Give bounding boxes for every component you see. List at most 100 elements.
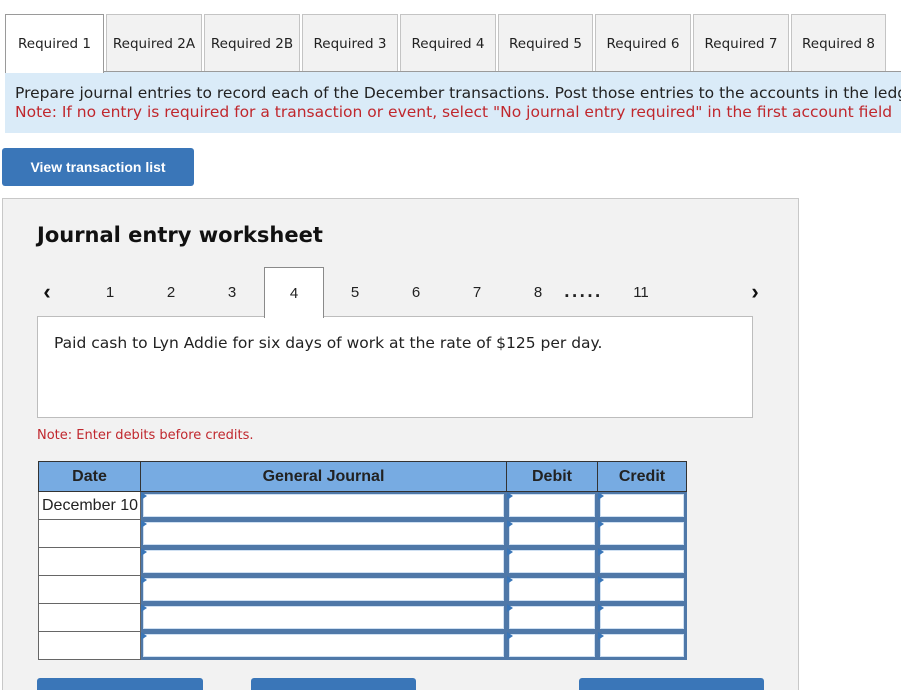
tab-required-4[interactable]: Required 4: [400, 14, 496, 72]
date-cell: December 10: [38, 491, 141, 520]
debit-input[interactable]: [509, 634, 595, 657]
entry-marker-icon: [598, 604, 604, 612]
instructions-banner: Prepare journal entries to record each o…: [5, 72, 901, 133]
entry-marker-icon: [507, 492, 513, 500]
pager-ellipsis: .....: [564, 283, 603, 301]
instructions-note: Note: If no entry is required for a tran…: [15, 103, 893, 121]
debit-input-cell: [506, 519, 598, 548]
page-3[interactable]: 3: [202, 267, 262, 317]
page-1[interactable]: 1: [80, 267, 140, 317]
requirement-tabs: Required 1 Required 2A Required 2B Requi…: [5, 14, 888, 73]
debit-input[interactable]: [509, 578, 595, 601]
date-cell: [38, 547, 141, 576]
debit-input-cell: [506, 631, 598, 660]
date-cell: [38, 631, 141, 660]
page-5[interactable]: 5: [325, 267, 385, 317]
tab-required-5[interactable]: Required 5: [498, 14, 593, 72]
credit-input[interactable]: [600, 578, 684, 601]
entry-marker-icon: [141, 492, 147, 500]
debit-input-cell: [506, 491, 598, 520]
debit-input[interactable]: [509, 494, 595, 517]
account-select-cell: [140, 631, 507, 660]
view-transaction-list-button[interactable]: View transaction list: [2, 148, 194, 186]
general-journal-table: Date General Journal Debit Credit Decemb…: [38, 461, 687, 660]
transaction-pager: ‹ 1 2 3 4 5 6 7 8 ..... 11 ›: [3, 267, 800, 318]
debit-input-cell: [506, 575, 598, 604]
credit-input-cell: [597, 631, 687, 660]
debit-input-cell: [506, 547, 598, 576]
account-select[interactable]: [143, 550, 504, 573]
entry-marker-icon: [141, 632, 147, 640]
tab-required-3[interactable]: Required 3: [302, 14, 398, 72]
credit-input-cell: [597, 575, 687, 604]
worksheet-title: Journal entry worksheet: [37, 223, 323, 247]
account-select[interactable]: [143, 578, 504, 601]
credit-input[interactable]: [600, 634, 684, 657]
account-select[interactable]: [143, 606, 504, 629]
table-row: [38, 575, 687, 604]
page-7[interactable]: 7: [447, 267, 507, 317]
tab-required-2a[interactable]: Required 2A: [106, 14, 202, 72]
account-select[interactable]: [143, 494, 504, 517]
debit-input-cell: [506, 603, 598, 632]
tab-required-2b[interactable]: Required 2B: [204, 14, 300, 72]
entry-marker-icon: [141, 548, 147, 556]
transaction-description: Paid cash to Lyn Addie for six days of w…: [37, 316, 753, 418]
chevron-left-icon[interactable]: ‹: [17, 267, 77, 317]
entry-marker-icon: [507, 576, 513, 584]
header-general-journal: General Journal: [140, 461, 507, 492]
tab-required-1[interactable]: Required 1: [5, 14, 104, 73]
instructions-text: Prepare journal entries to record each o…: [15, 84, 901, 102]
date-cell: [38, 575, 141, 604]
entry-marker-icon: [141, 576, 147, 584]
page-11[interactable]: 11: [611, 267, 671, 317]
entry-marker-icon: [507, 520, 513, 528]
debit-input[interactable]: [509, 606, 595, 629]
page-8[interactable]: 8: [508, 267, 568, 317]
table-row: December 10: [38, 491, 687, 520]
entry-marker-icon: [507, 548, 513, 556]
account-select-cell: [140, 519, 507, 548]
tab-required-8[interactable]: Required 8: [791, 14, 886, 72]
debits-note: Note: Enter debits before credits.: [37, 428, 254, 443]
credit-input[interactable]: [600, 494, 684, 517]
entry-marker-icon: [141, 520, 147, 528]
entry-marker-icon: [598, 492, 604, 500]
table-row: [38, 631, 687, 660]
date-cell: [38, 519, 141, 548]
account-select-cell: [140, 491, 507, 520]
account-select-cell: [140, 603, 507, 632]
tab-required-6[interactable]: Required 6: [595, 14, 691, 72]
table-row: [38, 603, 687, 632]
journal-entry-worksheet: Journal entry worksheet ‹ 1 2 3 4 5 6 7 …: [2, 198, 799, 690]
credit-input[interactable]: [600, 606, 684, 629]
debit-input[interactable]: [509, 550, 595, 573]
header-credit: Credit: [597, 461, 687, 492]
tab-required-7[interactable]: Required 7: [693, 14, 789, 72]
chevron-right-icon[interactable]: ›: [725, 267, 785, 317]
entry-marker-icon: [141, 604, 147, 612]
account-select[interactable]: [143, 634, 504, 657]
entry-marker-icon: [598, 576, 604, 584]
header-date: Date: [38, 461, 141, 492]
page-4[interactable]: 4: [264, 267, 324, 318]
table-row: [38, 519, 687, 548]
entry-marker-icon: [598, 520, 604, 528]
credit-input-cell: [597, 603, 687, 632]
entry-marker-icon: [598, 548, 604, 556]
debit-input[interactable]: [509, 522, 595, 545]
table-row: [38, 547, 687, 576]
account-select-cell: [140, 547, 507, 576]
credit-input[interactable]: [600, 522, 684, 545]
page-2[interactable]: 2: [141, 267, 201, 317]
credit-input-cell: [597, 547, 687, 576]
credit-input-cell: [597, 519, 687, 548]
clear-entry-button[interactable]: [251, 678, 416, 690]
view-general-journal-button[interactable]: [579, 678, 764, 690]
table-header-row: Date General Journal Debit Credit: [38, 461, 687, 492]
record-entry-button[interactable]: [37, 678, 203, 690]
entry-marker-icon: [598, 632, 604, 640]
account-select[interactable]: [143, 522, 504, 545]
page-6[interactable]: 6: [386, 267, 446, 317]
credit-input[interactable]: [600, 550, 684, 573]
